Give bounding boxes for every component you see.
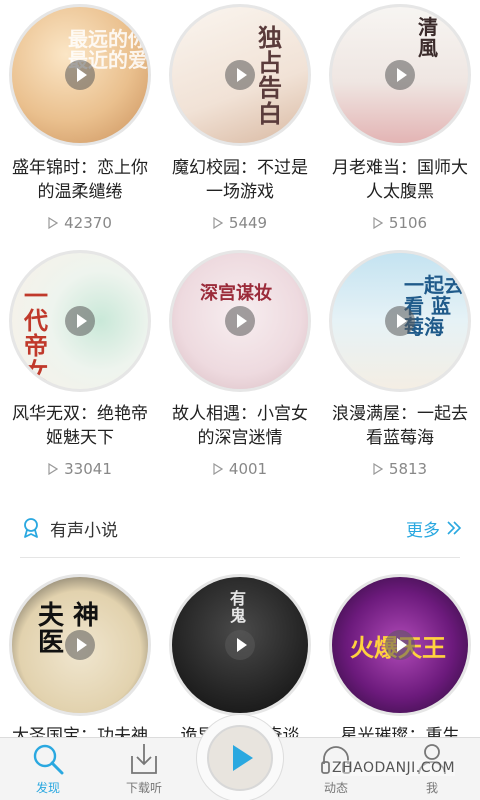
album-cover[interactable]: 有鬼 xyxy=(169,574,311,716)
section-title: 有声小说 xyxy=(50,520,118,541)
more-link-label: 更多 xyxy=(406,520,440,541)
play-count-icon xyxy=(373,463,383,475)
album-card[interactable]: 最远的你 最近的爱 盛年锦时：恋上你的温柔缱绻 42370 xyxy=(0,0,160,232)
album-cover[interactable]: 夫 神 医 xyxy=(9,574,151,716)
play-icon[interactable] xyxy=(225,60,255,90)
play-count-value: 42370 xyxy=(64,214,112,232)
play-count-icon xyxy=(213,217,223,229)
cover-title-text: 一起去看 蓝莓海 xyxy=(404,273,464,339)
album-card[interactable]: 一起去看 蓝莓海 浪漫满屋：一起去看蓝莓海 5813 xyxy=(320,246,480,478)
album-card[interactable]: 一代帝女 风华无双：绝艳帝姬魅天下 33041 xyxy=(0,246,160,478)
play-count: 33041 xyxy=(48,460,112,478)
play-icon[interactable] xyxy=(65,306,95,336)
play-count-value: 4001 xyxy=(228,460,268,478)
tab-discover[interactable]: 发现 xyxy=(0,738,96,800)
play-icon[interactable] xyxy=(385,306,415,336)
album-title: 盛年锦时：恋上你的温柔缱绻 xyxy=(12,158,148,202)
award-icon xyxy=(24,518,38,538)
play-icon[interactable] xyxy=(225,630,255,660)
play-count-icon xyxy=(373,217,383,229)
play-count-icon xyxy=(48,463,59,475)
more-link[interactable]: 更多 xyxy=(406,516,462,541)
now-playing-button[interactable] xyxy=(196,714,284,800)
cover-title-text: 深宫谋妆 xyxy=(200,283,272,304)
section-header-audio-novels: 有声小说 更多 xyxy=(0,508,480,548)
search-icon xyxy=(33,744,64,775)
play-count-icon xyxy=(48,217,59,229)
cover-title-text: 独占告白 xyxy=(258,23,282,128)
album-grid-row-2: 一代帝女 风华无双：绝艳帝姬魅天下 33041 深宫谋妆 故人相遇：小宫女的深宫… xyxy=(0,246,480,478)
play-count-value: 5449 xyxy=(228,214,268,232)
album-title: 风华无双：绝艳帝姬魅天下 xyxy=(12,404,148,448)
tab-label: 我 xyxy=(425,781,438,795)
play-icon[interactable] xyxy=(385,60,415,90)
album-cover[interactable]: 火爆天王 xyxy=(329,574,471,716)
tab-label: 动态 xyxy=(323,781,348,795)
album-cover[interactable]: 最远的你 最近的爱 xyxy=(9,4,151,146)
play-icon xyxy=(207,725,273,791)
album-card[interactable]: 清風 月老难当：国师大人太腹黑 5106 xyxy=(320,0,480,232)
album-cover[interactable]: 一起去看 蓝莓海 xyxy=(329,250,471,392)
play-count: 4001 xyxy=(213,460,267,478)
album-title: 浪漫满屋：一起去看蓝莓海 xyxy=(332,404,468,448)
album-title: 月老难当：国师大人太腹黑 xyxy=(332,158,468,202)
album-cover[interactable]: 清風 xyxy=(329,4,471,146)
play-count: 5813 xyxy=(373,460,427,478)
play-icon[interactable] xyxy=(385,630,415,660)
download-icon xyxy=(131,744,157,774)
album-cover[interactable]: 一代帝女 xyxy=(9,250,151,392)
play-count: 42370 xyxy=(48,214,112,232)
album-cover[interactable]: 独占告白 xyxy=(169,4,311,146)
album-cover[interactable]: 深宫谋妆 xyxy=(169,250,311,392)
watermark: ZHAODANJI.COM xyxy=(332,760,456,776)
tab-label: 下载听 xyxy=(125,781,162,795)
album-card[interactable]: 独占告白 魔幻校园：不过是一场游戏 5449 xyxy=(160,0,320,232)
tab-label: 发现 xyxy=(35,781,60,795)
cover-title-text: 一代帝女 xyxy=(24,281,48,386)
album-grid-row-1: 最远的你 最近的爱 盛年锦时：恋上你的温柔缱绻 42370 独占告白 魔幻校园：… xyxy=(0,0,480,232)
section-divider xyxy=(20,557,460,558)
album-title: 故人相遇：小宫女的深宫迷情 xyxy=(172,404,308,448)
play-count: 5106 xyxy=(373,214,427,232)
cover-title-text: 清風 xyxy=(418,15,438,60)
play-count-value: 33041 xyxy=(64,460,112,478)
section-title-group: 有声小说 xyxy=(20,516,118,541)
play-count-value: 5813 xyxy=(388,460,428,478)
tab-downloads[interactable]: 下载听 xyxy=(96,738,192,800)
double-chevron-right-icon xyxy=(447,521,462,535)
cover-title-text: 有鬼 xyxy=(230,589,247,625)
play-icon[interactable] xyxy=(65,60,95,90)
play-count: 5449 xyxy=(213,214,267,232)
play-icon[interactable] xyxy=(225,306,255,336)
play-count-icon xyxy=(213,463,223,475)
album-card[interactable]: 深宫谋妆 故人相遇：小宫女的深宫迷情 4001 xyxy=(160,246,320,478)
play-icon[interactable] xyxy=(65,630,95,660)
play-count-value: 5106 xyxy=(388,214,428,232)
album-title: 魔幻校园：不过是一场游戏 xyxy=(172,158,308,202)
